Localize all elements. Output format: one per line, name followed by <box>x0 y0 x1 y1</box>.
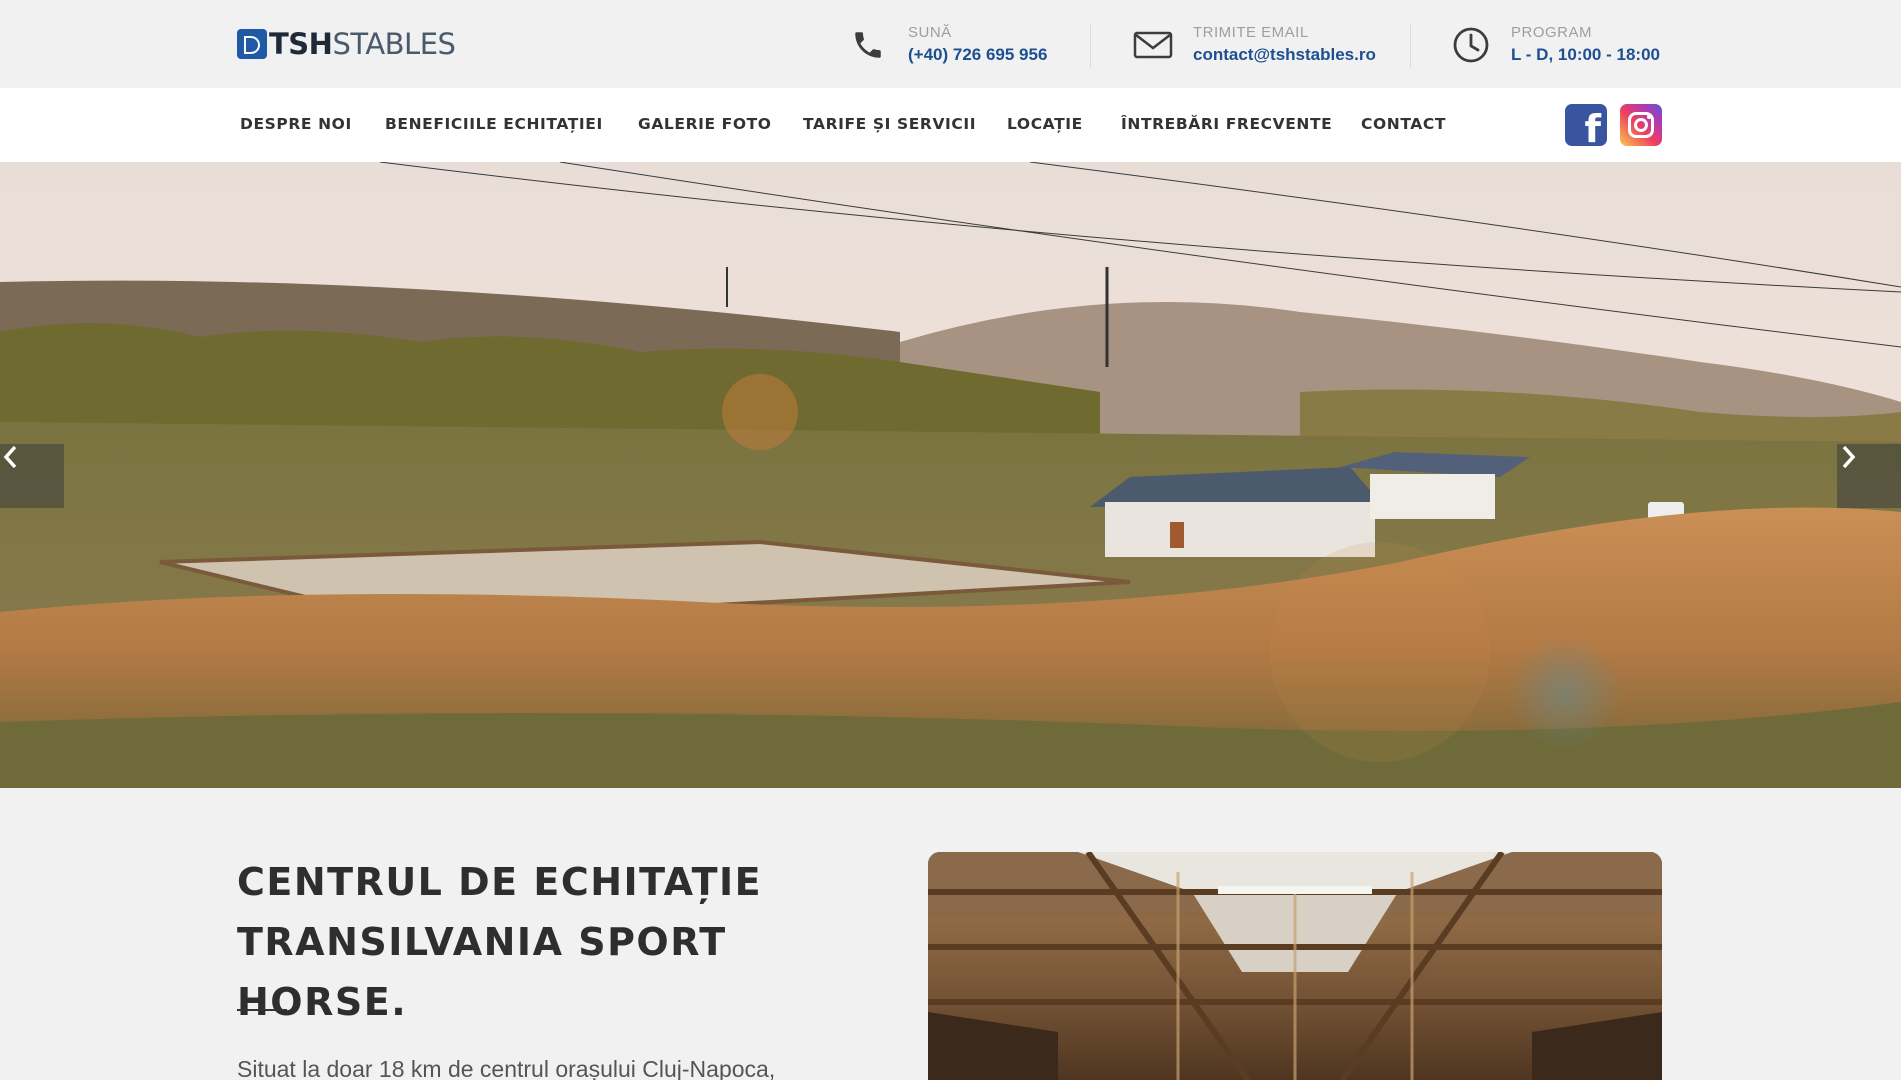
divider <box>1090 24 1091 68</box>
nav-item-locatie[interactable]: LOCAȚIE <box>1007 115 1083 133</box>
nav-item-contact[interactable]: CONTACT <box>1361 115 1446 133</box>
facebook-icon[interactable]: f <box>1565 104 1607 148</box>
logo-text-bold: TSH <box>269 27 333 61</box>
phone-number[interactable]: (+40) 726 695 956 <box>908 43 1047 67</box>
nav-item-despre-noi[interactable]: DESPRE NOI <box>240 115 352 133</box>
intro-paragraph: Situat la doar 18 km de centrul orașului… <box>237 1056 776 1080</box>
logo-text-light: STABLES <box>332 27 456 61</box>
hours-label: PROGRAM <box>1511 24 1593 41</box>
intro-title-line2: TRANSILVANIA SPORT HORSE. <box>237 920 727 1024</box>
logo-text: TSHSTABLES <box>269 27 456 61</box>
phone-contact[interactable]: SUNĂ (+40) 726 695 956 <box>848 22 1047 68</box>
nav-item-galerie-foto[interactable]: GALERIE FOTO <box>638 115 772 133</box>
email-contact[interactable]: TRIMITE EMAIL contact@tshstables.ro <box>1133 22 1376 68</box>
hero-image <box>0 162 1901 788</box>
hours-contact: PROGRAM L - D, 10:00 - 18:00 <box>1451 22 1660 68</box>
nav-item-tarife-si-servicii[interactable]: TARIFE ȘI SERVICII <box>803 115 976 133</box>
chevron-right-icon <box>1842 445 1856 469</box>
main-nav: DESPRE NOI BENEFICIILE ECHITAȚIEI GALERI… <box>0 88 1901 162</box>
phone-icon <box>848 25 888 65</box>
slider-next-button[interactable] <box>1837 444 1901 508</box>
site-logo[interactable]: TSHSTABLES <box>237 27 456 61</box>
clock-icon <box>1451 25 1491 65</box>
nav-item-intrebari-frecvente[interactable]: ÎNTREBĂRI FRECVENTE <box>1121 115 1332 133</box>
envelope-icon <box>1133 25 1173 65</box>
email-label: TRIMITE EMAIL <box>1193 24 1309 41</box>
intro-title: CENTRUL DE ECHITAȚIE TRANSILVANIA SPORT … <box>237 852 877 1032</box>
slider-prev-button[interactable] <box>0 444 64 508</box>
hero-slider <box>0 162 1901 788</box>
chevron-left-icon <box>3 445 17 469</box>
phone-label: SUNĂ <box>908 24 952 41</box>
intro-title-line1: CENTRUL DE ECHITAȚIE <box>237 860 763 904</box>
arena-interior-image <box>928 852 1662 1080</box>
hours-value: L - D, 10:00 - 18:00 <box>1511 45 1660 64</box>
instagram-icon[interactable] <box>1620 104 1662 146</box>
top-bar: TSHSTABLES SUNĂ (+40) 726 695 956 TRIMIT… <box>0 0 1901 88</box>
logo-mark-icon <box>237 29 267 59</box>
title-divider <box>237 1009 287 1011</box>
email-address[interactable]: contact@tshstables.ro <box>1193 43 1376 67</box>
nav-item-beneficiile-echitatiei[interactable]: BENEFICIILE ECHITAȚIEI <box>385 115 603 133</box>
divider <box>1410 24 1411 68</box>
